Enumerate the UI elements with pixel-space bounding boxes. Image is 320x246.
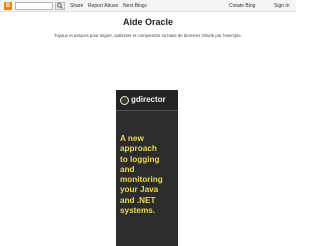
report-abuse-link[interactable]: Report Abuse [88, 2, 118, 10]
sign-in-link[interactable]: Sign In [274, 2, 290, 10]
gdirector-logo-icon [120, 95, 129, 105]
ad-copy-line: monitoring [120, 175, 163, 185]
gdirector-ad-banner[interactable]: gdirector A new approach to logging and … [116, 90, 178, 246]
search-icon [57, 3, 63, 9]
ad-copy-line: approach [120, 144, 157, 154]
blog-title[interactable]: Aide Oracle [0, 16, 296, 28]
create-blog-link[interactable]: Create Blog [229, 2, 255, 10]
ad-copy-line: and .NET [120, 195, 156, 205]
share-link[interactable]: Share [70, 2, 83, 10]
ad-header: gdirector [116, 90, 178, 110]
ad-copy-line: to logging [120, 154, 160, 164]
ad-copy-line: and [120, 164, 135, 174]
blogger-navbar: B Share Report Abuse Next Blog» Create B… [0, 0, 296, 12]
ad-copy-line: systems. [120, 206, 156, 216]
ad-divider [116, 110, 178, 111]
next-blog-link[interactable]: Next Blog» [123, 2, 147, 10]
blog-description: Tuyaux et astuces pour migrer, optimiser… [54, 33, 242, 38]
ad-copy: A new approach to logging and monitoring… [120, 134, 178, 216]
blogger-logo-icon[interactable]: B [4, 2, 12, 10]
ad-brand-name: gdirector [131, 95, 166, 104]
ad-copy-line: A new [120, 134, 144, 143]
search-input[interactable] [15, 2, 53, 10]
ad-copy-line: your Java [120, 185, 159, 195]
search-button[interactable] [55, 2, 65, 10]
blogger-logo-glyph: B [5, 3, 11, 9]
